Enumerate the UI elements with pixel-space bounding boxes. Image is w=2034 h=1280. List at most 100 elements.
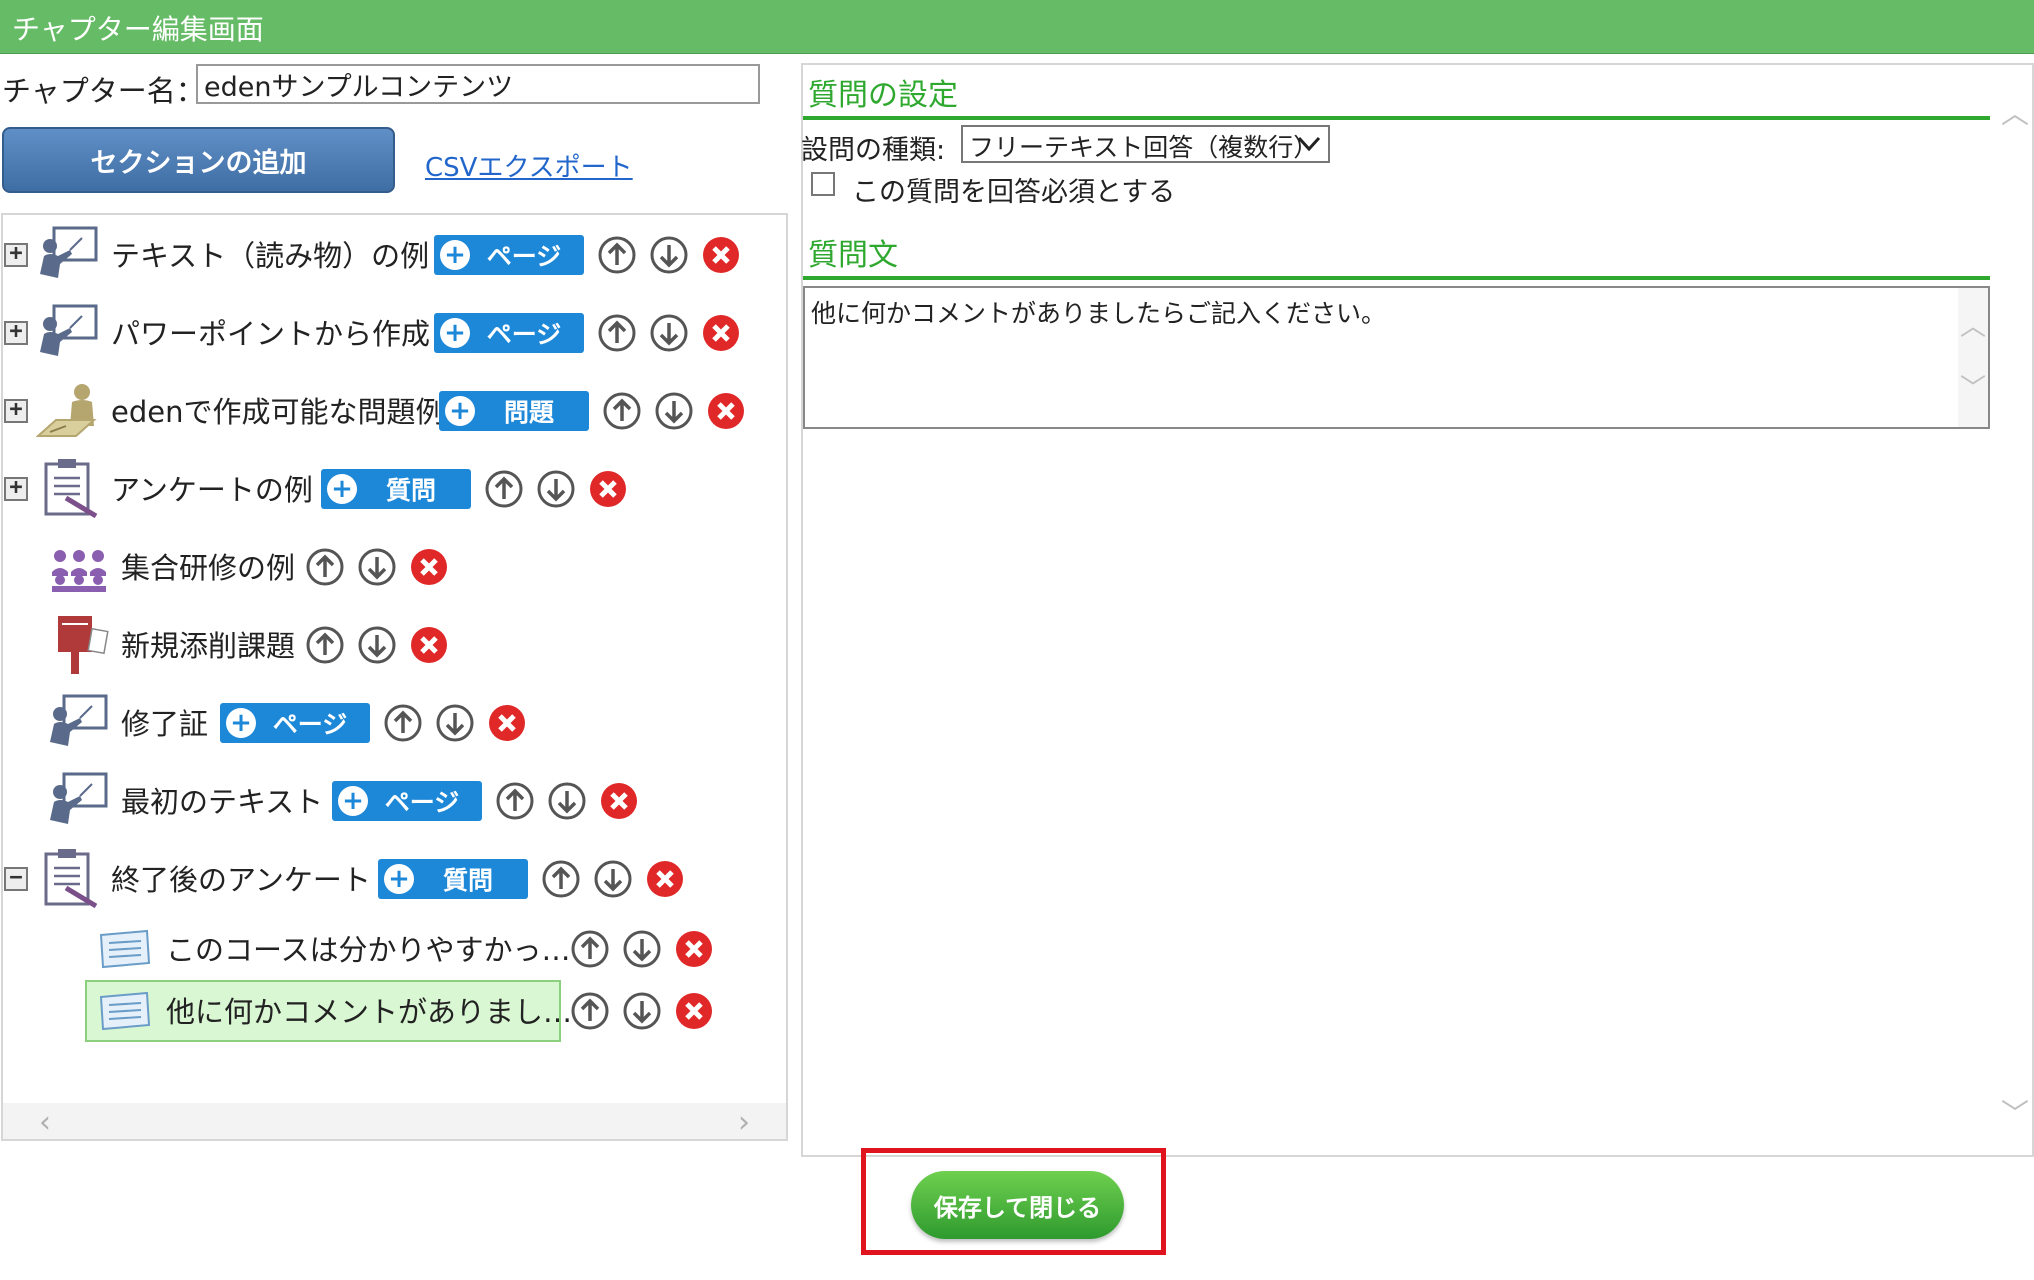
window-title: チャプター編集画面 bbox=[12, 13, 264, 46]
delete-icon[interactable] bbox=[701, 235, 741, 275]
expand-icon[interactable]: + bbox=[4, 243, 28, 267]
move-down-icon[interactable] bbox=[649, 235, 689, 275]
delete-icon[interactable] bbox=[409, 625, 449, 665]
move-down-icon[interactable] bbox=[357, 625, 397, 665]
lecture-icon bbox=[50, 694, 108, 746]
add-question-button[interactable]: + 質問 bbox=[321, 469, 471, 509]
question-settings-heading: 質問の設定 bbox=[808, 78, 958, 113]
expand-icon[interactable]: + bbox=[4, 477, 28, 501]
plus-icon: + bbox=[327, 474, 357, 504]
move-up-icon[interactable] bbox=[383, 703, 423, 743]
plus-icon: + bbox=[445, 396, 475, 426]
tree-item-label[interactable]: 集合研修の例 bbox=[121, 545, 295, 587]
move-down-icon[interactable] bbox=[357, 547, 397, 587]
delete-icon[interactable] bbox=[674, 929, 714, 969]
plus-icon: + bbox=[338, 786, 368, 816]
delete-icon[interactable] bbox=[487, 703, 527, 743]
csv-export-link[interactable]: CSVエクスポート bbox=[425, 147, 633, 184]
tree-item-label[interactable]: 終了後のアンケート bbox=[111, 857, 371, 899]
add-page-button[interactable]: + ページ bbox=[332, 781, 482, 821]
scroll-up-icon[interactable]: ︿ bbox=[2001, 92, 2029, 132]
move-up-icon[interactable] bbox=[570, 991, 610, 1031]
heading-divider bbox=[803, 116, 1990, 120]
chevron-down-icon bbox=[1297, 136, 1321, 152]
textarea-scrollbar[interactable]: ︿ ﹀ bbox=[1958, 288, 1988, 427]
tree-item-label[interactable]: 修了証 bbox=[121, 701, 208, 743]
scroll-left-icon[interactable]: ‹ bbox=[39, 1105, 51, 1140]
add-page-button[interactable]: + ページ bbox=[434, 313, 584, 353]
move-down-icon[interactable] bbox=[649, 313, 689, 353]
chapter-name-label: チャプター名： bbox=[2, 74, 205, 108]
plus-icon: + bbox=[226, 708, 256, 738]
survey-icon bbox=[44, 459, 98, 519]
survey-icon bbox=[44, 849, 98, 909]
tree-item-label-selected[interactable]: 他に何かコメントがありまし… bbox=[166, 989, 572, 1031]
exam-icon bbox=[36, 384, 97, 437]
add-section-button[interactable]: セクションの追加 bbox=[2, 127, 395, 193]
required-label[interactable]: この質問を回答必須とする bbox=[852, 170, 1175, 209]
tree-item-label[interactable]: このコースは分かりやすかっ… bbox=[166, 927, 571, 969]
delete-icon[interactable] bbox=[674, 991, 714, 1031]
delete-icon[interactable] bbox=[701, 313, 741, 353]
scroll-down-icon[interactable]: ﹀ bbox=[2001, 1092, 2029, 1132]
question-text-heading: 質問文 bbox=[808, 238, 898, 273]
move-up-icon[interactable] bbox=[602, 391, 642, 431]
question-type-label: 設問の種類: bbox=[801, 135, 946, 166]
delete-icon[interactable] bbox=[409, 547, 449, 587]
move-down-icon[interactable] bbox=[593, 859, 633, 899]
expand-icon[interactable]: + bbox=[4, 399, 28, 423]
required-checkbox[interactable] bbox=[811, 172, 835, 196]
move-down-icon[interactable] bbox=[547, 781, 587, 821]
add-question-button[interactable]: + 質問 bbox=[378, 859, 528, 899]
move-down-icon[interactable] bbox=[435, 703, 475, 743]
delete-icon[interactable] bbox=[588, 469, 628, 509]
heading-divider bbox=[803, 276, 1990, 280]
move-up-icon[interactable] bbox=[484, 469, 524, 509]
scroll-right-icon[interactable]: › bbox=[738, 1105, 750, 1140]
lecture-icon bbox=[40, 304, 98, 356]
tree-item-label[interactable]: テキスト（読み物）の例 bbox=[111, 233, 429, 275]
move-up-icon[interactable] bbox=[305, 625, 345, 665]
question-text-value: 他に何かコメントがありましたらご記入ください。 bbox=[811, 299, 1387, 328]
scroll-up-icon[interactable]: ︿ bbox=[1960, 306, 1986, 343]
horizontal-scrollbar[interactable]: ‹ › bbox=[3, 1103, 786, 1140]
move-down-icon[interactable] bbox=[622, 929, 662, 969]
move-up-icon[interactable] bbox=[597, 235, 637, 275]
scroll-down-icon[interactable]: ﹀ bbox=[1960, 368, 1986, 405]
question-type-select[interactable]: フリーテキスト回答（複数行） bbox=[961, 125, 1330, 163]
delete-icon[interactable] bbox=[599, 781, 639, 821]
lecture-icon bbox=[40, 226, 98, 278]
add-page-button[interactable]: + ページ bbox=[220, 703, 370, 743]
title-bar: チャプター編集画面 bbox=[0, 0, 2034, 54]
question-text-area[interactable]: 他に何かコメントがありましたらご記入ください。 ︿ ﹀ bbox=[803, 286, 1990, 429]
add-question-button[interactable]: + 問題 bbox=[439, 391, 589, 431]
move-up-icon[interactable] bbox=[597, 313, 637, 353]
delete-icon[interactable] bbox=[645, 859, 685, 899]
question-card-icon bbox=[99, 991, 151, 1031]
move-up-icon[interactable] bbox=[305, 547, 345, 587]
tree-item-label[interactable]: パワーポイントから作成 bbox=[111, 311, 430, 353]
plus-icon: + bbox=[384, 864, 414, 894]
move-up-icon[interactable] bbox=[541, 859, 581, 899]
tree-item-label[interactable]: edenで作成可能な問題例 bbox=[111, 389, 444, 431]
tree-item-label[interactable]: 新規添削課題 bbox=[121, 623, 295, 665]
question-card-icon bbox=[99, 929, 151, 969]
question-settings-panel bbox=[801, 63, 2034, 1157]
callout-highlight-box bbox=[861, 1148, 1166, 1255]
move-down-icon[interactable] bbox=[622, 991, 662, 1031]
move-up-icon[interactable] bbox=[570, 929, 610, 969]
question-type-value: フリーテキスト回答（複数行） bbox=[969, 133, 1319, 162]
expand-icon[interactable]: + bbox=[4, 321, 28, 345]
move-down-icon[interactable] bbox=[536, 469, 576, 509]
add-page-button[interactable]: + ページ bbox=[434, 235, 584, 275]
move-down-icon[interactable] bbox=[654, 391, 694, 431]
delete-icon[interactable] bbox=[706, 391, 746, 431]
tree-item-label[interactable]: 最初のテキスト bbox=[121, 779, 323, 821]
chapter-name-input[interactable] bbox=[196, 64, 760, 104]
collapse-icon[interactable]: − bbox=[4, 867, 28, 891]
group-training-icon bbox=[52, 550, 106, 592]
plus-icon: + bbox=[440, 318, 470, 348]
plus-icon: + bbox=[440, 240, 470, 270]
move-up-icon[interactable] bbox=[495, 781, 535, 821]
tree-item-label[interactable]: アンケートの例 bbox=[111, 467, 313, 509]
